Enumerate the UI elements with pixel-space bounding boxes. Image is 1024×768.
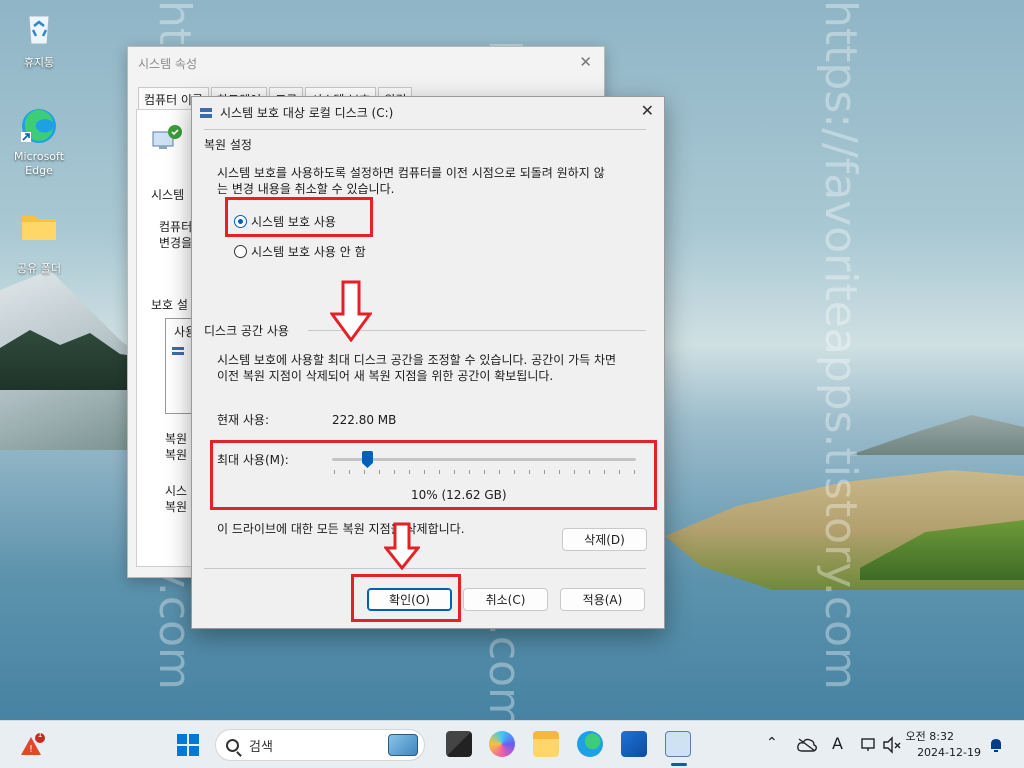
divider <box>204 568 646 569</box>
search-icon <box>226 738 239 752</box>
annotation-box-ok <box>351 574 461 622</box>
wallpaper-hill <box>850 415 1024 455</box>
windows-start-icon[interactable] <box>177 734 199 756</box>
back-label: 복원 <box>165 500 188 514</box>
active-app-indicator <box>671 763 687 766</box>
disk-description: 이전 복원 지점이 삭제되어 새 복원 지점을 위한 공간이 확보됩니다. <box>217 369 554 383</box>
annotation-box-enable <box>225 197 373 237</box>
network-icon[interactable] <box>860 736 878 754</box>
task-view-icon[interactable] <box>446 731 472 757</box>
desktop-icon-label: Microsoft Edge <box>13 150 65 177</box>
dialog-title-text: 시스템 보호 대상 로컬 디스크 (C:) <box>220 106 394 120</box>
edge-icon <box>21 109 56 143</box>
folder-icon <box>22 216 56 240</box>
back-label: 컴퓨터 <box>159 220 193 234</box>
divider <box>204 129 646 130</box>
ime-indicator[interactable]: A <box>832 734 843 753</box>
disk-usage-heading: 디스크 공간 사용 <box>204 324 289 338</box>
system-properties-taskbar-icon[interactable] <box>665 731 691 757</box>
back-label: 시스템 <box>151 188 185 202</box>
system-protection-dialog: 시스템 보호 대상 로컬 디스크 (C:) ✕ 복원 설정 시스템 보호를 사용… <box>191 96 665 629</box>
copilot-icon[interactable] <box>489 731 515 757</box>
back-label: 변경을 <box>159 236 193 250</box>
restore-description: 시스템 보호를 사용하도록 설정하면 컴퓨터를 이전 시점으로 되돌려 원하지 … <box>217 166 605 180</box>
back-label: 복원 <box>165 448 188 462</box>
close-icon[interactable]: ✕ <box>641 101 654 120</box>
file-explorer-icon[interactable] <box>533 731 559 757</box>
restore-settings-heading: 복원 설정 <box>204 138 252 152</box>
drive-icon <box>200 108 212 118</box>
dialog-title: 시스템 보호 대상 로컬 디스크 (C:) <box>200 104 393 121</box>
close-icon[interactable]: ✕ <box>579 53 592 71</box>
volume-muted-icon[interactable] <box>882 736 902 754</box>
annotation-arrow-icon <box>384 522 420 570</box>
back-label: 보호 설 <box>151 298 188 312</box>
desktop-icon-label: 휴지통 <box>23 56 55 69</box>
current-usage-label: 현재 사용: <box>217 413 270 427</box>
disk-description: 시스템 보호에 사용할 최대 디스크 공간을 조정할 수 있습니다. 공간이 가… <box>217 353 617 367</box>
search-placeholder: 검색 <box>249 739 273 755</box>
desktop-icon-edge[interactable]: Microsoft Edge <box>9 104 69 178</box>
taskbar-search-box[interactable]: 검색 <box>215 729 425 761</box>
annotation-arrow-icon <box>330 280 372 342</box>
taskbar: ! 1 검색 ⌃ A 오전 8:32 2024-12-19 <box>0 720 1024 768</box>
back-label: 복원 <box>165 432 188 446</box>
window-title: 시스템 속성 <box>138 57 198 71</box>
cancel-button[interactable]: 취소(C) <box>463 588 548 611</box>
radio-unselected-icon <box>234 245 247 258</box>
recycle-bin-icon <box>28 15 50 45</box>
clock-date[interactable]: 2024-12-19 <box>917 746 981 759</box>
current-usage-value: 222.80 MB <box>332 413 397 427</box>
search-highlight-icon <box>388 734 418 756</box>
chevron-up-icon[interactable]: ⌃ <box>766 735 778 751</box>
delete-button[interactable]: 삭제(D) <box>562 528 647 551</box>
desktop-icon-recycle-bin[interactable]: 휴지통 <box>9 8 69 70</box>
cloud-offline-icon[interactable] <box>797 738 817 752</box>
restore-description: 는 변경 내용을 취소할 수 있습니다. <box>217 182 395 196</box>
svg-text:!: ! <box>29 744 33 755</box>
delete-description: 이 드라이브에 대한 모든 복원 지점을 삭제합니다. <box>217 522 465 536</box>
annotation-box-slider <box>210 440 657 510</box>
radio-label: 시스템 보호 사용 안 함 <box>251 245 366 259</box>
apply-button[interactable]: 적용(A) <box>560 588 645 611</box>
notification-badge: 1 <box>37 730 43 739</box>
desktop-icon-shared-folder[interactable]: 공유 폴더 <box>9 206 69 276</box>
microsoft-store-icon[interactable] <box>621 731 647 757</box>
clock-time[interactable]: 오전 8:32 <box>906 728 954 744</box>
desktop-icon-label: 공유 폴더 <box>17 262 61 275</box>
computer-shield-icon <box>152 125 182 149</box>
radio-disable-protection[interactable]: 시스템 보호 사용 안 함 <box>234 243 366 260</box>
back-label: 시스 <box>165 484 188 498</box>
notification-bell-icon[interactable] <box>988 737 1004 753</box>
edge-taskbar-icon[interactable] <box>577 731 603 757</box>
drive-icon <box>172 347 184 355</box>
